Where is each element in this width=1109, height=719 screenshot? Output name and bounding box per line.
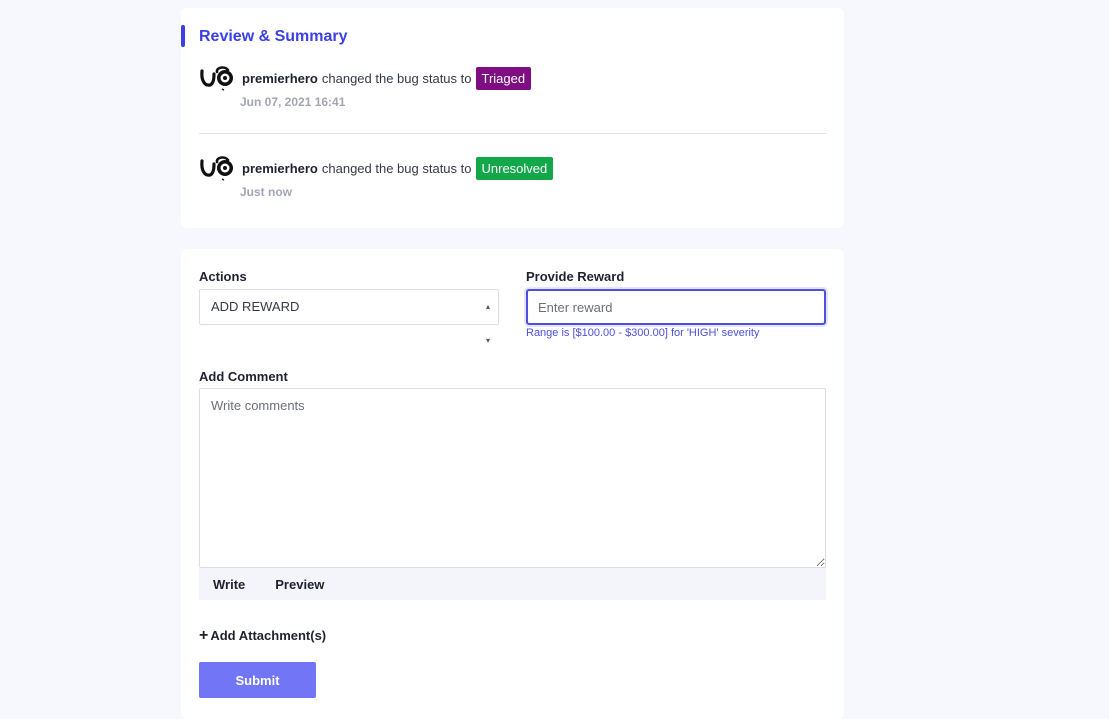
activity-user: premierhero (242, 160, 318, 176)
user-avatar-icon (200, 66, 233, 91)
user-avatar-icon (200, 156, 233, 181)
select-arrows-icon: ▴ ▾ (485, 302, 490, 345)
status-badge: Triaged (475, 67, 532, 90)
tab-preview[interactable]: Preview (275, 577, 324, 592)
review-summary-card: Review & Summary premierhero changed the… (181, 8, 844, 228)
actions-label: Actions (199, 269, 247, 284)
comment-label: Add Comment (199, 369, 288, 384)
actions-select[interactable]: ADD REWARD ▴ ▾ (199, 289, 499, 345)
activity-timestamp: Jun 07, 2021 16:41 (240, 95, 346, 109)
activity-user: premierhero (242, 70, 318, 86)
reward-range-hint: Range is [$100.00 - $300.00] for 'HIGH' … (526, 327, 760, 339)
tab-write[interactable]: Write (213, 577, 245, 592)
actions-selected-value: ADD REWARD (211, 299, 300, 314)
section-accent-bar (181, 25, 185, 47)
plus-icon: + (199, 626, 209, 644)
comment-textarea[interactable] (199, 388, 826, 568)
editor-tabs: Write Preview (199, 568, 826, 600)
reward-label: Provide Reward (526, 269, 625, 284)
submit-button[interactable]: Submit (199, 662, 316, 698)
activity-timestamp: Just now (240, 185, 293, 199)
reward-input[interactable] (526, 289, 826, 325)
activity-text: changed the bug status to (321, 70, 472, 86)
add-attachment-label: Add Attachment(s) (210, 628, 327, 643)
add-attachment-button[interactable]: + Add Attachment(s) (199, 626, 327, 644)
activity-text: changed the bug status to (321, 160, 472, 176)
status-badge: Unresolved (475, 157, 554, 180)
section-title: Review & Summary (199, 28, 348, 45)
actions-card: Actions ADD REWARD ▴▾ Provide Reward Ran… (181, 249, 844, 719)
divider (199, 133, 827, 134)
